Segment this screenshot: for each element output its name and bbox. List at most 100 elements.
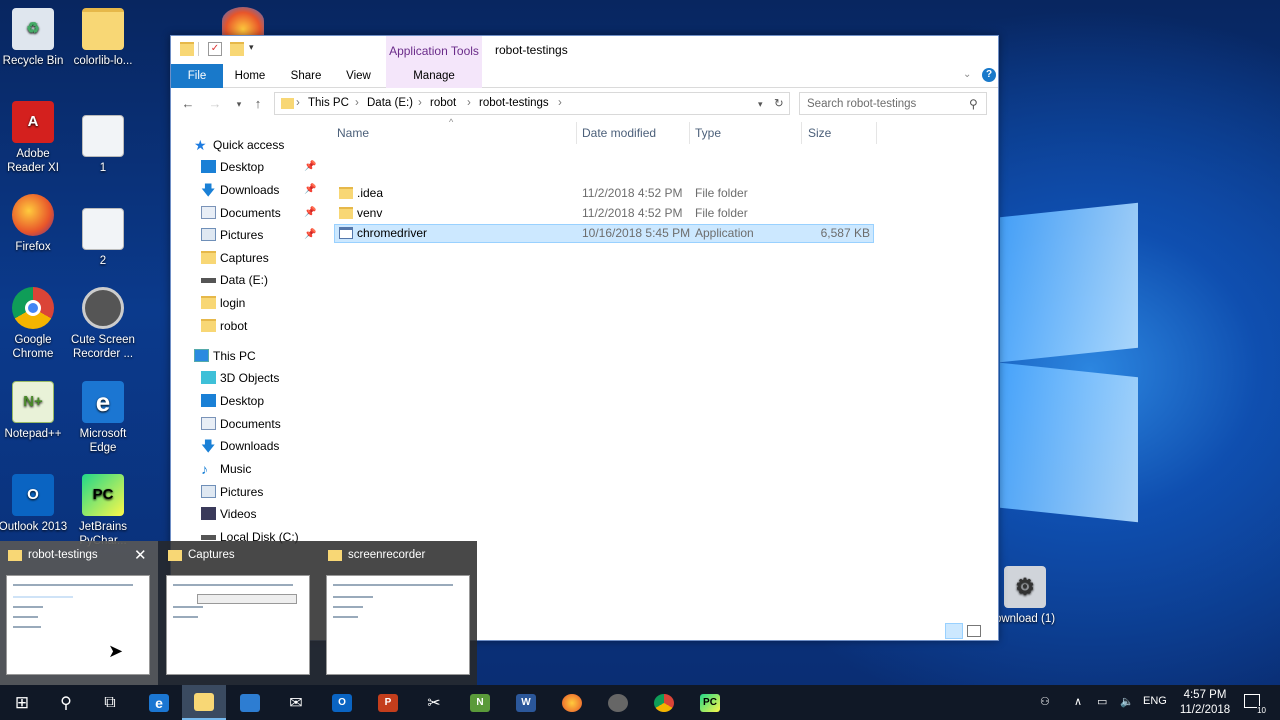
address-history-chevron-icon[interactable]: ▾ <box>758 99 763 110</box>
breadcrumb-data-e[interactable]: Data (E:) <box>367 97 413 109</box>
desktop-icon-chrome[interactable]: Google Chrome <box>0 287 68 361</box>
customize-toolbar-chevron-icon[interactable]: ▾ <box>249 42 263 56</box>
people-icon[interactable]: ⚇ <box>1040 695 1050 708</box>
column-header-size[interactable]: Size <box>808 126 831 140</box>
nav-documents[interactable]: Documents 📌 <box>201 202 316 224</box>
desktop-icon-colorlib[interactable]: colorlib-lo... <box>68 8 138 68</box>
nav-pictures[interactable]: Pictures 📌 <box>201 224 316 246</box>
volume-icon[interactable]: 🔈 <box>1120 695 1134 708</box>
desktop-icon-cute-screen-recorder[interactable]: Cute Screen Recorder ... <box>68 287 138 361</box>
breadcrumb-robot-testings[interactable]: robot-testings <box>479 97 549 109</box>
desktop-icon-edge[interactable]: e Microsoft Edge <box>68 381 138 455</box>
properties-icon[interactable]: ✓ <box>208 42 222 56</box>
large-icons-view-icon[interactable] <box>967 625 981 637</box>
nav-this-pc[interactable]: This PC <box>194 345 256 367</box>
taskbar-snipping-tool[interactable]: ✂ <box>412 685 456 720</box>
details-view-icon[interactable] <box>945 623 963 639</box>
network-icon[interactable]: ▭ <box>1097 695 1107 708</box>
task-view-button[interactable]: ⧉ <box>88 685 132 720</box>
breadcrumb-this-pc[interactable]: This PC <box>308 97 349 109</box>
tab-share[interactable]: Share <box>286 64 326 88</box>
taskbar-firefox[interactable] <box>550 685 594 720</box>
nav-quick-access[interactable]: ★ Quick access <box>194 134 284 156</box>
pictures-icon <box>201 485 216 498</box>
file-row-venv[interactable]: venv 11/2/2018 4:52 PM File folder <box>334 204 874 223</box>
search-icon[interactable]: ⚲ <box>969 97 978 111</box>
start-button[interactable]: ⊞ <box>0 685 44 720</box>
column-header-type[interactable]: Type <box>695 126 721 140</box>
close-icon[interactable]: ✕ <box>134 546 147 564</box>
desktop-icon-file-2[interactable]: 2 <box>68 208 138 268</box>
nav-login[interactable]: login <box>201 292 245 314</box>
search-input[interactable]: Search robot-testings <box>799 92 987 115</box>
address-bar[interactable]: › This PC › Data (E:) › robot › robot-te… <box>274 92 790 115</box>
show-hidden-icons-chevron-icon[interactable]: ∧ <box>1074 695 1082 708</box>
thumbnail-screenrecorder[interactable]: screenrecorder <box>320 541 478 685</box>
file-row-idea[interactable]: .idea 11/2/2018 4:52 PM File folder <box>334 184 874 203</box>
column-separator[interactable] <box>801 122 802 144</box>
tab-manage[interactable]: Manage <box>386 64 482 88</box>
tab-view[interactable]: View <box>341 64 376 88</box>
tab-file[interactable]: File <box>171 64 223 88</box>
film-reel-icon <box>82 287 124 329</box>
taskbar-notepad-plus[interactable]: N <box>458 685 502 720</box>
desktop-icon-notepad-plus[interactable]: N+ Notepad++ <box>0 381 68 441</box>
column-separator[interactable] <box>576 122 577 144</box>
nav-robot[interactable]: robot <box>201 315 247 337</box>
nav-3d-objects[interactable]: 3D Objects <box>201 367 279 389</box>
language-indicator[interactable]: ENG <box>1143 695 1167 707</box>
nav-downloads[interactable]: 🡇 Downloads 📌 <box>201 179 316 201</box>
context-tab-application-tools: Application Tools <box>386 36 482 64</box>
taskbar-file-explorer[interactable] <box>182 685 226 720</box>
column-separator[interactable] <box>876 122 877 144</box>
desktop-icon-download[interactable]: ⚙ ownload (1) <box>990 566 1060 626</box>
help-icon[interactable]: ? <box>982 68 996 82</box>
taskbar-screen-recorder[interactable] <box>596 685 640 720</box>
taskbar-store[interactable] <box>228 685 272 720</box>
taskbar-outlook[interactable]: O <box>320 685 364 720</box>
desktop-icon-outlook[interactable]: O Outlook 2013 <box>0 474 68 534</box>
desktop-icon-adobe-reader[interactable]: A Adobe Reader XI <box>0 101 68 175</box>
desktop-icon-file-1[interactable]: 1 <box>68 115 138 175</box>
column-separator[interactable] <box>689 122 690 144</box>
thumbnail-captures[interactable]: Captures <box>160 541 318 685</box>
file-row-chromedriver[interactable]: chromedriver 10/16/2018 5:45 PM Applicat… <box>334 224 874 243</box>
desktop-icon-pycharm[interactable]: PC JetBrains PyChar... <box>68 474 138 548</box>
taskbar-chrome[interactable] <box>642 685 686 720</box>
refresh-icon[interactable]: ↻ <box>774 96 784 110</box>
nav-desktop-pc[interactable]: Desktop <box>201 390 264 412</box>
taskbar-powerpoint[interactable]: P <box>366 685 410 720</box>
recent-locations-chevron-icon[interactable]: ▾ <box>231 96 247 112</box>
taskbar-mail[interactable]: ✉ <box>274 685 318 720</box>
column-header-date-modified[interactable]: Date modified <box>582 126 656 140</box>
nav-documents-pc[interactable]: Documents <box>201 413 281 435</box>
forward-arrow-icon[interactable]: → <box>207 96 223 112</box>
nav-desktop[interactable]: Desktop 📌 <box>201 156 316 178</box>
nav-downloads-pc[interactable]: 🡇 Downloads <box>201 435 279 457</box>
nav-videos[interactable]: Videos <box>201 503 256 525</box>
nav-captures[interactable]: Captures <box>201 247 269 269</box>
pycharm-icon: PC <box>82 474 124 516</box>
new-folder-icon[interactable] <box>230 42 244 56</box>
tab-home[interactable]: Home <box>231 64 269 88</box>
film-reel-icon <box>608 693 628 712</box>
back-arrow-icon[interactable]: ← <box>180 96 196 112</box>
up-arrow-icon[interactable]: ↑ <box>250 96 266 112</box>
expand-ribbon-chevron-icon[interactable]: ⌄ <box>963 69 971 80</box>
taskbar-pycharm[interactable]: PC <box>688 685 732 720</box>
column-header-name[interactable]: Name <box>337 126 369 140</box>
nav-pictures-pc[interactable]: Pictures <box>201 481 263 503</box>
thumbnail-robot-testings[interactable]: robot-testings ✕ ➤ <box>0 541 158 685</box>
edge-icon: e <box>149 693 169 712</box>
desktop-icon-recycle-bin[interactable]: ♻ Recycle Bin <box>0 8 68 68</box>
nav-music[interactable]: ♪ Music <box>201 458 251 480</box>
taskbar-edge[interactable]: e <box>137 685 181 720</box>
clock[interactable]: 4:57 PM 11/2/2018 <box>1170 688 1240 718</box>
search-button[interactable]: ⚲ <box>44 685 88 720</box>
folder-icon <box>339 207 353 219</box>
breadcrumb-robot[interactable]: robot <box>430 97 456 109</box>
action-center-icon[interactable]: 10 <box>1244 694 1266 715</box>
desktop-icon-firefox[interactable]: Firefox <box>0 194 68 254</box>
taskbar-word[interactable]: W <box>504 685 548 720</box>
nav-data-e[interactable]: Data (E:) <box>201 269 268 291</box>
